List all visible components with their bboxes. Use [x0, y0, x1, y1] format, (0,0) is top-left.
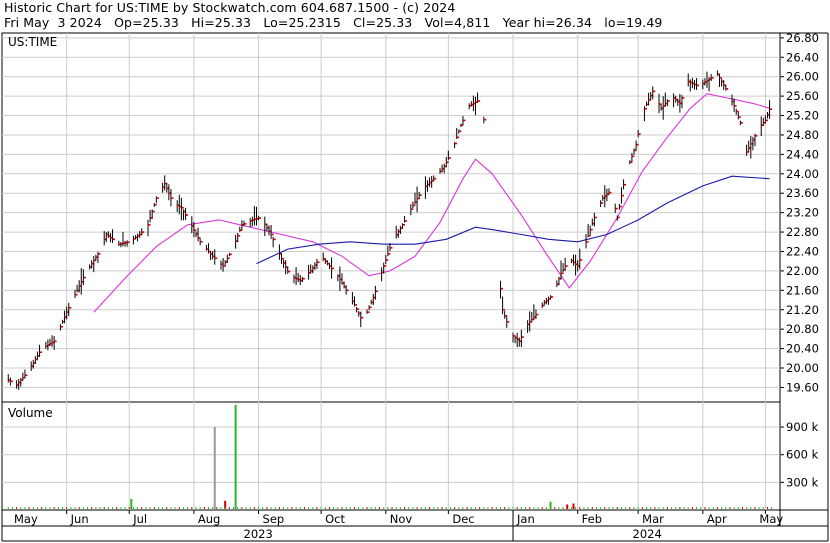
price-tick-label: 22.80 — [786, 225, 819, 239]
price-panel-frame — [1, 32, 781, 403]
price-tick-label: 26.00 — [786, 70, 819, 84]
price-tick-label: 23.60 — [786, 186, 819, 200]
volume-panel-frame — [1, 401, 781, 511]
month-label: Jun — [70, 512, 89, 526]
price-tick-label: 20.80 — [786, 322, 819, 336]
month-label: Sep — [263, 512, 285, 526]
price-tick-label: 24.80 — [786, 128, 819, 142]
month-label: Oct — [325, 512, 345, 526]
price-tick-label: 22.00 — [786, 264, 819, 278]
price-tick-label: 21.60 — [786, 283, 819, 297]
volume-tick-label: 300 k — [786, 475, 819, 489]
price-tick-label: 24.40 — [786, 147, 819, 161]
stock-chart: 26.80 26.40 26.00 25.60 25.20 24.80 24.40 24.00… — [1, 31, 829, 542]
price-tick-label: 23.20 — [786, 206, 819, 220]
price-tick-label: 25.60 — [786, 89, 819, 103]
month-label: May — [759, 512, 783, 526]
month-label: Jan — [516, 512, 535, 526]
price-tick-label: 20.40 — [786, 342, 819, 356]
volume-tick-label: 600 k — [786, 448, 819, 462]
price-tick-label: 26.40 — [786, 50, 819, 64]
month-label: Jul — [132, 512, 147, 526]
price-tick-label: 21.20 — [786, 303, 819, 317]
price-tick-label: 25.20 — [786, 109, 819, 123]
month-label: Mar — [642, 512, 664, 526]
volume-tick-label: 900 k — [786, 420, 819, 434]
volume-panel-title: Volume — [8, 406, 53, 420]
month-label: Aug — [198, 512, 220, 526]
volume-bars — [7, 404, 773, 509]
price-tick-label: 26.80 — [786, 31, 819, 45]
axis-labels: 26.80 26.40 26.00 25.60 25.20 24.80 24.40 24.00… — [14, 31, 819, 541]
month-label: Dec — [452, 512, 474, 526]
price-tick-label: 20.00 — [786, 361, 819, 375]
moving-averages — [93, 93, 770, 313]
price-tick-label: 24.00 — [786, 167, 819, 181]
price-bars — [7, 70, 773, 390]
month-label: Feb — [582, 512, 602, 526]
month-label: Apr — [707, 512, 727, 526]
year-label-2023: 2023 — [244, 527, 273, 541]
symbol-label: US:TIME — [8, 35, 57, 49]
month-label: May — [14, 512, 38, 526]
price-tick-label: 19.60 — [786, 380, 819, 394]
month-label: Nov — [390, 512, 413, 526]
price-tick-label: 22.40 — [786, 244, 819, 258]
year-label-2024: 2024 — [633, 527, 662, 541]
